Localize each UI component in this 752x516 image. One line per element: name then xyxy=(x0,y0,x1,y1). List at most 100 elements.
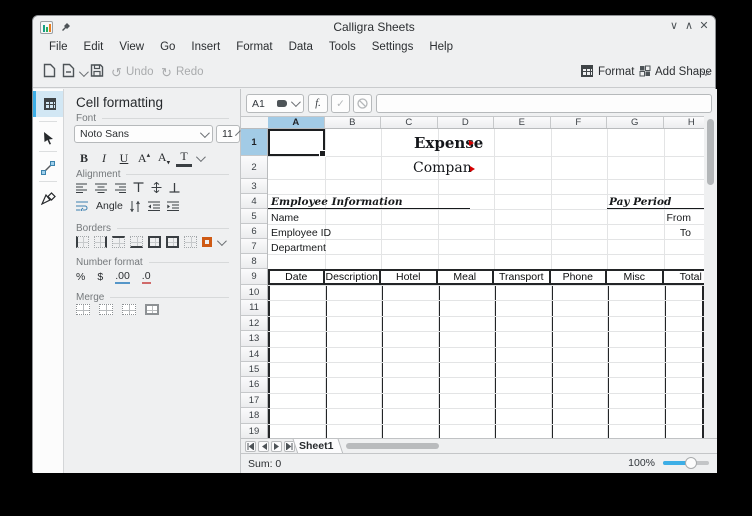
row-headers[interactable]: 12345678910111213141516171819 xyxy=(241,129,268,438)
formula-input[interactable] xyxy=(376,94,712,113)
shrink-font-button[interactable]: A▾ xyxy=(156,150,172,166)
cell-company-name[interactable]: Compan xyxy=(413,160,472,176)
text-color-button[interactable]: T xyxy=(176,149,192,167)
dissociate-cells-icon[interactable] xyxy=(145,304,159,315)
expense-table-header-total[interactable]: Total xyxy=(662,269,705,285)
border-none-icon[interactable] xyxy=(184,236,197,248)
merge-horizontal-icon[interactable] xyxy=(99,304,113,315)
undo-icon[interactable]: ↺ xyxy=(111,65,122,81)
border-top-icon[interactable] xyxy=(112,236,125,248)
cell-from-label[interactable]: From xyxy=(607,212,691,224)
accept-button[interactable]: ✓ xyxy=(331,94,350,113)
row-header-10[interactable]: 10 xyxy=(241,285,267,300)
line-tool-button[interactable] xyxy=(33,155,63,181)
redo-icon[interactable]: ↻ xyxy=(161,65,172,81)
first-sheet-button[interactable] xyxy=(245,441,256,452)
new-document-icon[interactable] xyxy=(43,63,56,78)
border-color-swatch[interactable] xyxy=(202,237,212,247)
zoom-slider-thumb[interactable] xyxy=(685,457,697,469)
expense-table-header-hotel[interactable]: Hotel xyxy=(379,269,438,285)
expense-table-header-phone[interactable]: Phone xyxy=(549,269,608,285)
border-all-icon[interactable] xyxy=(148,236,161,248)
cell-to-label[interactable]: To xyxy=(607,227,691,239)
close-button[interactable]: ✕ xyxy=(697,19,711,32)
border-color-chevron-icon[interactable] xyxy=(217,236,227,246)
font-size-select[interactable]: 11 xyxy=(216,125,240,143)
row-header-9[interactable]: 9 xyxy=(241,269,267,285)
text-color-chevron-icon[interactable] xyxy=(196,152,206,162)
save-icon[interactable] xyxy=(90,63,104,78)
row-header-15[interactable]: 15 xyxy=(241,362,267,377)
row-header-11[interactable]: 11 xyxy=(241,300,267,315)
border-outside-icon[interactable] xyxy=(166,236,179,248)
expense-table-header-meal[interactable]: Meal xyxy=(436,269,495,285)
column-header-D[interactable]: D xyxy=(438,117,495,129)
underline-button[interactable]: U xyxy=(116,151,132,166)
minimize-button[interactable]: ∨ xyxy=(667,19,681,32)
column-header-C[interactable]: C xyxy=(381,117,438,129)
row-header-5[interactable]: 5 xyxy=(241,209,267,224)
maximize-button[interactable]: ∧ xyxy=(682,19,696,32)
font-family-select[interactable]: Noto Sans xyxy=(74,125,213,143)
row-header-12[interactable]: 12 xyxy=(241,316,267,331)
align-bottom-icon[interactable] xyxy=(169,182,180,193)
column-header-G[interactable]: G xyxy=(607,117,664,129)
menu-item-help[interactable]: Help xyxy=(421,41,461,53)
border-right-icon[interactable] xyxy=(94,236,107,248)
grow-font-button[interactable]: A▴ xyxy=(136,151,152,166)
align-middle-icon[interactable] xyxy=(151,182,162,193)
increase-indent-icon[interactable] xyxy=(167,201,179,211)
cell-employee-id-label[interactable]: Employee ID xyxy=(271,227,331,239)
vertical-scrollbar-thumb[interactable] xyxy=(707,119,714,185)
menu-item-insert[interactable]: Insert xyxy=(183,41,228,53)
cell-reference-box[interactable]: A1 xyxy=(246,94,304,113)
row-header-2[interactable]: 2 xyxy=(241,156,267,179)
column-header-B[interactable]: B xyxy=(325,117,382,129)
column-header-F[interactable]: F xyxy=(551,117,608,129)
menu-item-format[interactable]: Format xyxy=(228,41,280,53)
decrease-indent-icon[interactable] xyxy=(148,201,160,211)
expense-table-header-description[interactable]: Description xyxy=(323,269,382,285)
row-header-19[interactable]: 19 xyxy=(241,424,267,438)
vertical-scrollbar[interactable] xyxy=(705,116,717,438)
cell-employee-information[interactable]: Employee Information xyxy=(271,196,403,208)
border-bottom-icon[interactable] xyxy=(130,236,143,248)
align-right-icon[interactable] xyxy=(114,183,126,193)
angle-button[interactable]: Angle xyxy=(96,200,123,212)
menu-item-file[interactable]: File xyxy=(41,41,76,53)
menu-item-data[interactable]: Data xyxy=(281,41,321,53)
cell-name-label[interactable]: Name xyxy=(271,212,299,224)
spreadsheet-grid[interactable]: Expense Compan Employee Information Pay … xyxy=(268,129,704,438)
vertical-text-icon[interactable] xyxy=(130,201,141,212)
format-button[interactable]: Format xyxy=(598,66,634,78)
add-shape-icon[interactable] xyxy=(639,65,651,77)
cancel-button[interactable] xyxy=(353,94,372,113)
decrease-precision-button[interactable]: .0 xyxy=(142,270,151,284)
row-header-8[interactable]: 8 xyxy=(241,254,267,269)
row-header-4[interactable]: 4 xyxy=(241,194,267,209)
sheet-tab-label[interactable]: Sheet1 xyxy=(299,440,333,452)
expense-table-header-misc[interactable]: Misc xyxy=(605,269,664,285)
italic-button[interactable]: I xyxy=(96,151,112,166)
column-header-A[interactable]: A xyxy=(268,117,325,129)
row-header-17[interactable]: 17 xyxy=(241,393,267,408)
align-top-icon[interactable] xyxy=(133,182,144,193)
selection-tool-button[interactable] xyxy=(33,125,63,151)
open-document-icon[interactable] xyxy=(62,63,75,78)
column-header-H[interactable]: H xyxy=(664,117,705,129)
menu-item-settings[interactable]: Settings xyxy=(364,41,422,53)
menu-item-tools[interactable]: Tools xyxy=(321,41,364,53)
currency-format-button[interactable]: $ xyxy=(97,271,103,283)
path-tool-button[interactable] xyxy=(33,185,63,211)
row-header-3[interactable]: 3 xyxy=(241,179,267,194)
zoom-slider[interactable] xyxy=(663,461,709,465)
bold-button[interactable]: B xyxy=(76,151,92,166)
column-header-E[interactable]: E xyxy=(494,117,551,129)
horizontal-scrollbar-thumb[interactable] xyxy=(346,443,439,449)
align-center-icon[interactable] xyxy=(95,183,107,193)
menu-item-view[interactable]: View xyxy=(111,41,152,53)
cell-pay-period[interactable]: Pay Period xyxy=(609,196,671,208)
row-header-7[interactable]: 7 xyxy=(241,239,267,254)
function-button[interactable]: f. xyxy=(308,94,328,113)
cell-tool-button[interactable] xyxy=(33,91,63,117)
